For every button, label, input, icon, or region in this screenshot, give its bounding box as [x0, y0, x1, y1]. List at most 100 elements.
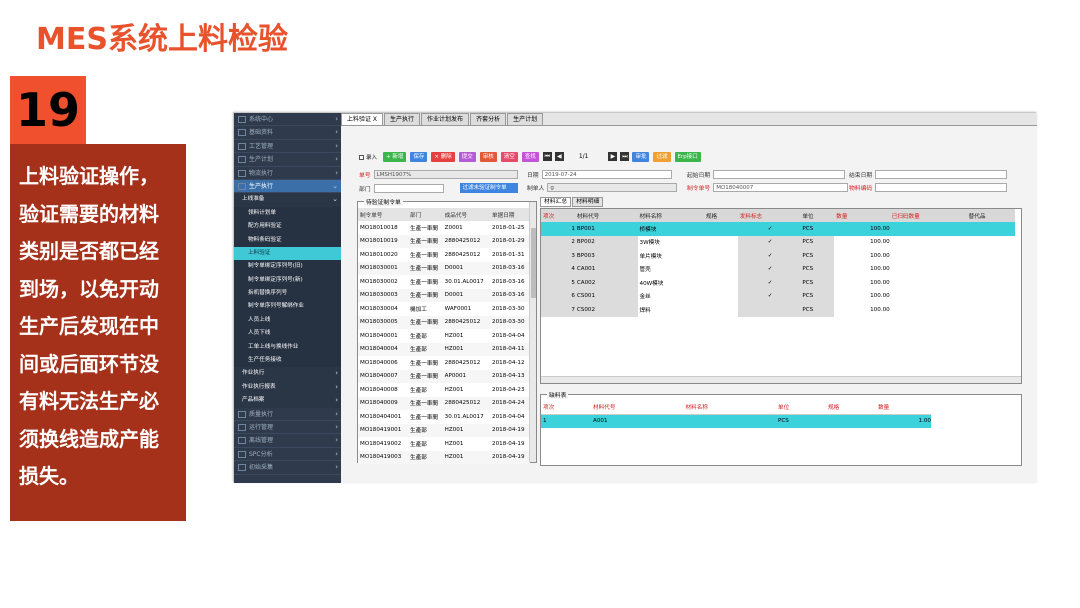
- sidebar-item[interactable]: 系统中心 ›: [234, 113, 341, 127]
- table-row[interactable]: 2 BP002 3W模块 ✓ PCS 100.00: [541, 235, 1015, 249]
- toolbar-button[interactable]: 清空: [500, 151, 518, 162]
- module-icon: [238, 410, 246, 418]
- table-row[interactable]: MO18040004 生產部 HZ001 2018-04-11: [358, 342, 530, 356]
- table-row[interactable]: MO18030003 生產一車間 D0001 2018-03-16: [358, 288, 530, 302]
- table-row[interactable]: MO18030002 生產一車間 30.01.AL0017 2018-03-16: [358, 275, 530, 289]
- sidebar-subitem[interactable]: 拆机替换序列号: [234, 287, 341, 301]
- sidebar-item[interactable]: 质量执行 ›: [234, 408, 341, 421]
- next-page-icon[interactable]: ▶: [608, 152, 618, 161]
- table-row[interactable]: 1 BP001 桥模块 ✓ PCS 100.00: [541, 222, 1015, 236]
- sidebar-item[interactable]: 工艺管理 ›: [234, 140, 341, 154]
- sidebar-subitem[interactable]: 制令单绑定序列号(新): [234, 273, 341, 288]
- sidebar-item-production[interactable]: 生产执行 ⌄: [234, 179, 341, 194]
- table-cell: 40W模块: [639, 280, 664, 287]
- pending-orders-scrollbar[interactable]: [529, 202, 536, 462]
- date-field[interactable]: 2019-07-24: [541, 170, 672, 179]
- table-row[interactable]: 5 CA002 40W模块 ✓ PCS 100.00: [541, 276, 1015, 290]
- chevron-right-icon: ›: [335, 168, 338, 177]
- tab-item[interactable]: 生产计划: [507, 113, 544, 125]
- table-row[interactable]: MO18040006 生產一車間 2880425012 2018-04-12: [358, 356, 530, 370]
- sidebar-subgroup[interactable]: 产品档案 ›: [234, 394, 341, 408]
- table-row[interactable]: MO18040007 生產一車間 AP0001 2018-04-13: [358, 369, 530, 383]
- sidebar-item[interactable]: 基础资料 ›: [234, 126, 341, 140]
- table-row[interactable]: MO18040001 生產部 HZ001 2018-04-04: [358, 329, 530, 343]
- table-row[interactable]: MO18040009 生產一車間 2880425012 2018-04-24: [358, 396, 530, 410]
- table-row[interactable]: MO18040008 生產部 HZ001 2018-04-23: [358, 383, 530, 397]
- sidebar-subitem[interactable]: 人员下线: [234, 327, 341, 341]
- toolbar-button[interactable]: 过滤: [653, 151, 671, 162]
- toolbar-button[interactable]: 提交: [458, 151, 476, 162]
- sidebar-item[interactable]: 生产计划 ›: [234, 153, 341, 167]
- end-date-field[interactable]: [875, 170, 1008, 179]
- mo-field[interactable]: MO18040007: [713, 183, 849, 192]
- material-tab[interactable]: 材料明细: [572, 197, 604, 207]
- filter-unverified-button[interactable]: 过滤未验证制令单: [459, 183, 518, 193]
- table-row[interactable]: MO18010018 生產一車間 Z0001 2018-01-25: [358, 221, 530, 235]
- table-row[interactable]: MO180419003 生產部 HZ001 2018-04-19: [358, 450, 530, 464]
- sidebar-subitem[interactable]: 生产任务接收: [234, 354, 341, 368]
- table-row[interactable]: 3 BP003 单片模块 ✓ PCS 100.00: [541, 249, 1015, 263]
- start-date-field[interactable]: [713, 170, 846, 179]
- toolbar-button[interactable]: + 新增: [383, 151, 407, 162]
- table-cell: CA001: [574, 262, 638, 276]
- order-no-field[interactable]: LMSH1907%: [373, 170, 518, 179]
- material-summary-hscroll[interactable]: [541, 376, 1021, 383]
- sidebar-item[interactable]: 离线管理 ›: [234, 434, 341, 448]
- sidebar-subitem[interactable]: 制令单序列号解绑作业: [234, 300, 341, 314]
- table-row[interactable]: MO180419001 生產部 HZ001 2018-04-19: [358, 423, 530, 437]
- tab-item[interactable]: 生产执行: [384, 113, 421, 125]
- sidebar-subgroup[interactable]: 作业执行报表 ›: [234, 380, 341, 395]
- sidebar-item-label: 初始采集: [249, 464, 274, 472]
- sidebar-subitem[interactable]: 物料条码验证: [234, 233, 341, 247]
- first-page-icon[interactable]: ⏮: [542, 152, 552, 161]
- table-row[interactable]: 7 CS002 焊料 PCS 100.00: [541, 303, 1015, 317]
- table-row[interactable]: MO180419002 生產部 HZ001 2018-04-19: [358, 437, 530, 451]
- table-row[interactable]: MO18030004 機加工 WAF0001 2018-03-30: [358, 302, 530, 316]
- tab-item[interactable]: 齐套分析: [470, 113, 507, 125]
- sidebar-subgroup[interactable]: 作业执行 ›: [234, 367, 341, 381]
- toolbar-button[interactable]: 审批: [632, 151, 650, 162]
- material-tab[interactable]: 材料汇总: [540, 197, 572, 207]
- creator-field[interactable]: g: [547, 183, 678, 192]
- last-page-icon[interactable]: ⏭: [620, 152, 630, 161]
- toolbar-button[interactable]: Erp接口: [674, 151, 701, 162]
- table-row[interactable]: MO18030001 生產一車間 D0001 2018-03-16: [358, 261, 530, 275]
- dept-field[interactable]: [373, 183, 444, 193]
- toolbar-button[interactable]: 保存: [410, 151, 428, 162]
- sidebar-subitem[interactable]: 工单上线与换线作业: [234, 340, 341, 355]
- table-cell: 生產一車間: [410, 225, 438, 232]
- table-cell: AP0001: [442, 369, 491, 383]
- table-cell: [967, 263, 1015, 277]
- sidebar-group-header[interactable]: 上线准备 ⌄: [234, 193, 341, 207]
- table-cell: [890, 249, 967, 263]
- tab-item[interactable]: 上料验证 X: [341, 113, 384, 125]
- scrollbar-thumb[interactable]: [531, 228, 536, 298]
- table-row[interactable]: MO18010019 生產一車間 2880425012 2018-01-29: [358, 234, 530, 248]
- sidebar-item[interactable]: 初始采集 ›: [234, 461, 341, 475]
- chevron-down-icon: ⌄: [332, 195, 338, 204]
- column-header: 制令单号: [358, 208, 409, 221]
- tab-item[interactable]: 作业计划发布: [421, 113, 470, 125]
- table-row[interactable]: 1 A001 PCS 1.00: [541, 414, 931, 428]
- sidebar-item[interactable]: 物流执行 ›: [234, 167, 341, 180]
- table-row[interactable]: MO180404001 生產一車間 30.01.AL0017 2018-04-04: [358, 410, 530, 424]
- toolbar-button[interactable]: 审核: [479, 151, 497, 162]
- sidebar-subitem[interactable]: 制令单绑定序列号(旧): [234, 260, 341, 274]
- table-row[interactable]: MO18030005 生產一車間 2880425012 2018-03-30: [358, 315, 530, 329]
- sidebar-item[interactable]: SPC分析 ›: [234, 448, 341, 462]
- toolbar-button[interactable]: × 删除: [431, 151, 455, 162]
- sidebar-subitem[interactable]: 领料计划单: [234, 206, 341, 221]
- table-row[interactable]: 4 CA001 管壳 ✓ PCS 100.00: [541, 262, 1015, 277]
- material-code-field[interactable]: [875, 183, 1008, 192]
- entry-checkbox[interactable]: 录入: [359, 153, 377, 161]
- sidebar-subitem[interactable]: 上料验证: [234, 246, 341, 261]
- sidebar-item[interactable]: 运行管理 ›: [234, 421, 341, 435]
- table-row[interactable]: MO18010020 生產一車間 2880425012 2018-01-31: [358, 248, 530, 262]
- column-header: 数量: [876, 401, 931, 415]
- prev-page-icon[interactable]: ◀: [554, 152, 564, 161]
- toolbar-button[interactable]: 查找: [521, 151, 539, 162]
- sidebar-subitem[interactable]: 配方用料验证: [234, 220, 341, 234]
- table-row[interactable]: 6 CS001 金丝 ✓ PCS 100.00: [541, 289, 1015, 303]
- checkbox-box[interactable]: [359, 154, 364, 160]
- sidebar-subitem[interactable]: 人员上线: [234, 313, 341, 328]
